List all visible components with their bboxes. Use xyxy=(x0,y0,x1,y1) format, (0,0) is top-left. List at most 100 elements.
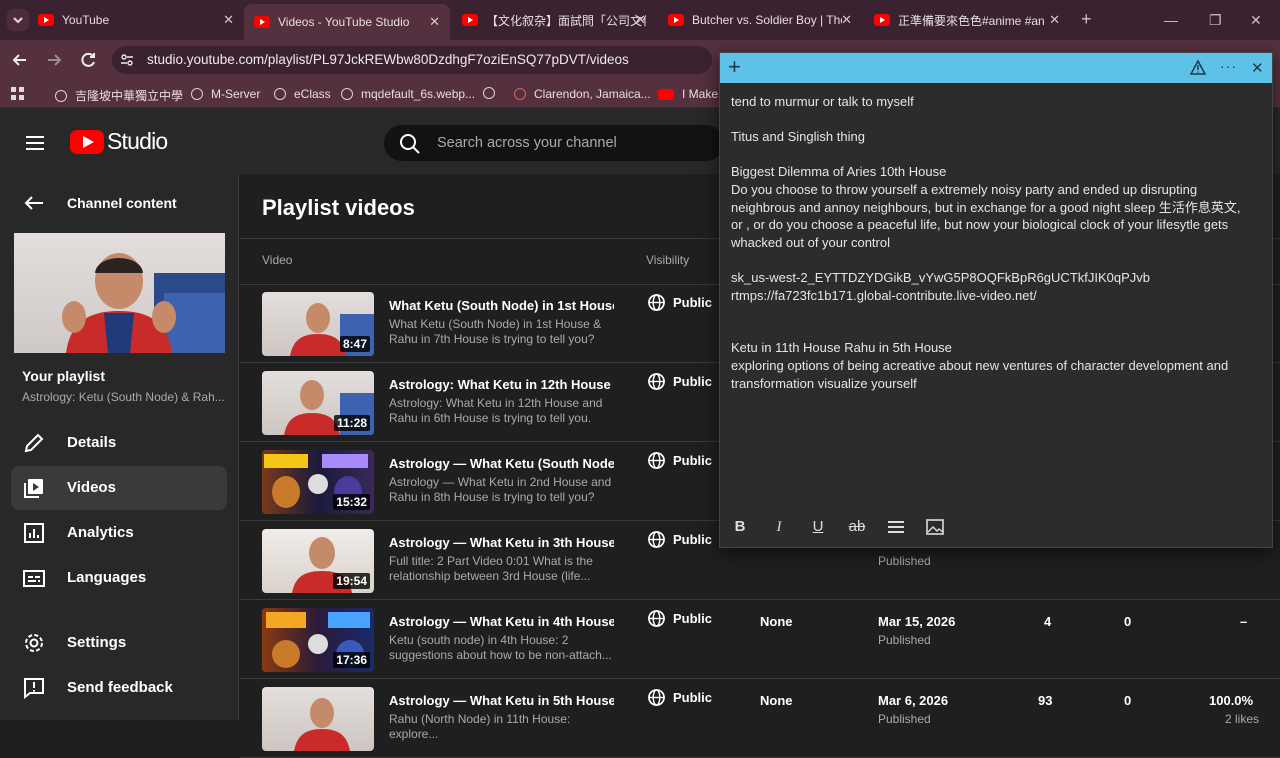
tab-title: 正準備要來色色#anime #an xyxy=(898,13,1045,28)
close-window-icon[interactable]: ✕ xyxy=(1250,12,1262,29)
browser-tab[interactable]: Butcher vs. Soldier Boy | The ✕ xyxy=(658,4,862,36)
playlist-thumbnail[interactable] xyxy=(14,233,225,353)
bookmark[interactable]: Clarendon, Jamaica... xyxy=(514,87,651,101)
more-options-icon[interactable]: ··· xyxy=(1220,58,1237,74)
back-arrow-icon[interactable] xyxy=(9,49,31,71)
sticky-note-body[interactable]: tend to murmur or talk to myself Titus a… xyxy=(731,93,1251,392)
views-cell: 4 xyxy=(1044,614,1052,629)
video-title[interactable]: What Ketu (South Node) in 1st House ... xyxy=(389,298,614,313)
back-arrow-icon[interactable] xyxy=(24,195,44,211)
reload-icon[interactable] xyxy=(77,49,99,71)
sidebar-item-videos[interactable]: Videos xyxy=(11,466,227,510)
browser-tab[interactable]: 【文化叙杂】面試問「公司文化 ✕ xyxy=(452,4,656,36)
strikethrough-icon[interactable]: ab xyxy=(847,517,867,537)
visibility-status[interactable]: Public xyxy=(648,610,712,627)
chevron-down-icon xyxy=(13,17,23,24)
site-info-icon[interactable] xyxy=(120,53,134,67)
visibility-status[interactable]: Public xyxy=(648,294,712,311)
video-duration: 8:47 xyxy=(339,336,370,352)
sidebar-item-label: Details xyxy=(67,434,117,451)
close-tab-icon[interactable]: ✕ xyxy=(223,12,234,28)
video-thumbnail[interactable] xyxy=(262,687,374,751)
browser-tab[interactable]: 正準備要來色色#anime #an ✕ xyxy=(864,4,1070,36)
studio-logo-text[interactable]: Studio xyxy=(107,128,168,155)
visibility-label: Public xyxy=(673,532,713,547)
visibility-status[interactable]: Public xyxy=(648,452,712,469)
globe-icon xyxy=(648,294,665,311)
video-icon xyxy=(24,479,43,498)
video-thumbnail[interactable]: 15:32 xyxy=(262,450,374,514)
bookmark[interactable]: I Make $ xyxy=(658,87,728,101)
bookmark[interactable]: eClass xyxy=(274,87,331,101)
list-icon[interactable] xyxy=(886,517,906,537)
close-tab-icon[interactable]: ✕ xyxy=(635,12,646,28)
sidebar-item-send-feedback[interactable]: Send feedback xyxy=(11,666,227,710)
close-tab-icon[interactable]: ✕ xyxy=(841,12,852,28)
visibility-status[interactable]: Public xyxy=(648,689,712,706)
bookmark[interactable]: 吉隆坡中華獨立中學 xyxy=(55,87,183,104)
video-title[interactable]: Astrology — What Ketu (South Node) in... xyxy=(389,456,614,471)
bookmark[interactable] xyxy=(483,87,503,99)
visibility-status[interactable]: Public xyxy=(648,373,712,390)
youtube-favicon-icon xyxy=(462,14,478,26)
youtube-favicon-icon xyxy=(874,14,890,26)
column-header-video[interactable]: Video xyxy=(262,253,292,267)
forward-arrow-icon[interactable] xyxy=(43,49,65,71)
sidebar-item-details[interactable]: Details xyxy=(11,421,227,465)
person-thumbnail-icon xyxy=(62,253,225,353)
new-note-icon[interactable]: + xyxy=(728,55,741,79)
subtitles-icon xyxy=(23,570,45,587)
url-text[interactable]: studio.youtube.com/playlist/PL97JckREWbw… xyxy=(147,52,629,67)
apps-grid-icon[interactable] xyxy=(11,87,25,101)
visibility-status[interactable]: Public xyxy=(648,531,712,548)
italic-icon[interactable]: I xyxy=(769,517,789,537)
note-line: sk_us-west-2_EYTTDZYDGikB_vYwG5P8OQFkBpR… xyxy=(731,269,1151,285)
minimize-icon[interactable]: — xyxy=(1164,12,1178,28)
video-title[interactable]: Astrology — What Ketu in 3th House an... xyxy=(389,535,614,550)
visibility-label: Public xyxy=(673,611,713,626)
close-tab-icon[interactable]: ✕ xyxy=(429,14,440,30)
youtube-favicon-icon xyxy=(38,14,54,26)
video-thumbnail[interactable]: 8:47 xyxy=(262,292,374,356)
sticky-note-titlebar[interactable]: + ··· ✕ xyxy=(720,53,1272,83)
browser-tab[interactable]: YouTube ✕ xyxy=(38,4,244,36)
bookmark[interactable]: M-Server xyxy=(191,87,260,101)
bookmark[interactable]: mqdefault_6s.webp... xyxy=(341,87,475,101)
channel-content-link[interactable]: Channel content xyxy=(67,195,177,211)
video-title[interactable]: Astrology: What Ketu in 12th House an... xyxy=(389,377,614,392)
video-title[interactable]: Astrology — What Ketu in 4th House an... xyxy=(389,614,614,629)
search-icon xyxy=(400,134,420,154)
image-icon[interactable] xyxy=(925,517,945,537)
hamburger-menu-icon[interactable] xyxy=(25,135,45,151)
underline-icon[interactable]: U xyxy=(808,517,828,537)
youtube-logo-icon[interactable] xyxy=(70,130,104,154)
video-thumbnail[interactable]: 11:28 xyxy=(262,371,374,435)
sidebar-item-analytics[interactable]: Analytics xyxy=(11,511,227,555)
video-thumbnail[interactable]: 19:54 xyxy=(262,529,374,593)
bookmark-label: 吉隆坡中華獨立中學 xyxy=(75,89,184,103)
close-note-icon[interactable]: ✕ xyxy=(1251,59,1264,77)
bold-icon[interactable]: B xyxy=(730,517,750,537)
video-duration: 11:28 xyxy=(333,415,370,431)
close-tab-icon[interactable]: ✕ xyxy=(1049,12,1060,28)
new-tab-icon[interactable]: + xyxy=(1081,9,1092,30)
tab-search-button[interactable] xyxy=(7,9,29,31)
sidebar-item-label: Analytics xyxy=(67,524,134,541)
column-header-visibility[interactable]: Visibility xyxy=(646,253,689,267)
maximize-icon[interactable]: ❐ xyxy=(1209,12,1222,29)
sidebar-item-languages[interactable]: Languages xyxy=(11,556,227,600)
search-input[interactable]: Search across your channel xyxy=(437,135,617,151)
sidebar-item-settings[interactable]: Settings xyxy=(11,621,227,665)
video-thumbnail[interactable]: 17:36 xyxy=(262,608,374,672)
warning-icon[interactable] xyxy=(1190,60,1206,75)
video-title[interactable]: Astrology — What Ketu in 5th House an... xyxy=(389,693,614,708)
note-line: Biggest Dilemma of Aries 10th House xyxy=(731,164,947,180)
sticky-note-window[interactable]: + ··· ✕ tend to murmur or talk to myself… xyxy=(719,52,1273,548)
search-box[interactable]: Search across your channel xyxy=(384,125,724,161)
page-title: Playlist videos xyxy=(262,195,415,220)
table-row[interactable]: Astrology — What Ketu in 5th House an...… xyxy=(240,679,1280,758)
tab-title: Butcher vs. Soldier Boy | The xyxy=(692,13,842,27)
globe-icon xyxy=(341,88,353,100)
table-row[interactable]: 17:36 Astrology — What Ketu in 4th House… xyxy=(240,600,1280,679)
browser-tab-active[interactable]: Videos - YouTube Studio ✕ xyxy=(244,4,450,40)
